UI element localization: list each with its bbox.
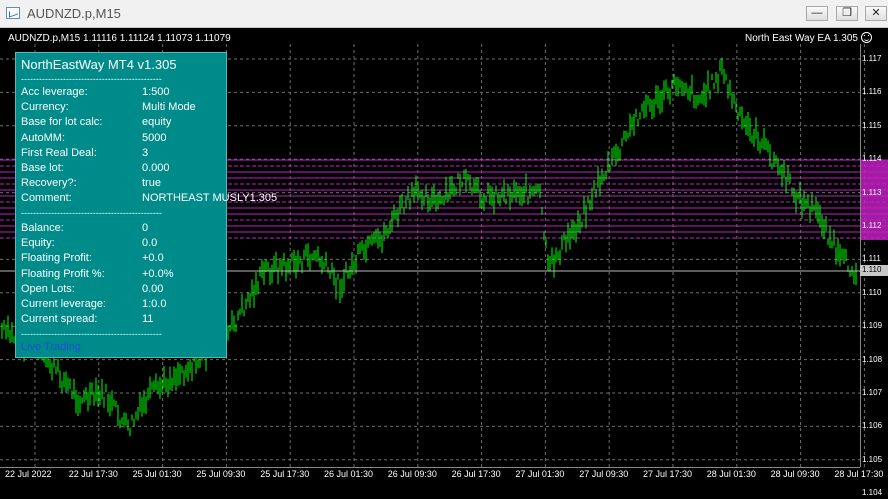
panel-row-value: 3 <box>142 146 149 159</box>
panel-separator: ----------------------------------------… <box>21 329 162 339</box>
panel-row: Balance: 0 <box>21 222 226 237</box>
panel-separator: ----------------------------------------… <box>21 208 162 218</box>
panel-row: Comment: NORTHEAST MUSLY1.305 <box>21 192 277 207</box>
price-axis-label: 1.109 <box>862 321 883 331</box>
panel-row: Acc leverage: 1:500 <box>21 86 226 101</box>
panel-row: Floating Profit %: +0.0% <box>21 268 226 283</box>
panel-row: Currency: Multi Mode <box>21 101 226 116</box>
panel-row: Floating Profit: +0.0 <box>21 252 226 267</box>
time-axis-label: 28 Jul 17:30 <box>834 469 884 479</box>
panel-row-label: Currency: <box>21 101 69 114</box>
time-axis-label: 25 Jul 09:30 <box>196 469 246 479</box>
panel-row-label: Comment: <box>21 192 72 205</box>
panel-row: Base lot: 0.000 <box>21 162 226 177</box>
panel-row-label: Base lot: <box>21 162 64 174</box>
price-axis-label: 1.107 <box>862 388 883 397</box>
panel-row-value: 0.00 <box>142 282 164 295</box>
price-axis-label: 1.108 <box>862 354 883 364</box>
ea-info-panel: NorthEastWay MT4 v1.305 ----------------… <box>15 52 277 358</box>
panel-row: Current spread: 11 <box>21 313 226 328</box>
panel-row: Current leverage: 1:0.0 <box>21 298 226 313</box>
price-axis-label: 1.110 <box>862 287 882 297</box>
panel-row-value: 5000 <box>142 131 167 144</box>
live-trading-status: Live Trading <box>21 341 81 353</box>
panel-row: Base for lot calc: equity <box>21 116 226 131</box>
panel-row-value: +0.0 <box>142 252 164 265</box>
panel-row-label: Floating Profit %: <box>21 267 105 280</box>
panel-row-value: 1:500 <box>142 86 170 98</box>
panel-row-value: equity <box>142 116 172 129</box>
price-axis-label: 1.116 <box>862 87 882 97</box>
time-axis-label: 25 Jul 01:30 <box>132 469 182 479</box>
time-axis-label: 26 Jul 09:30 <box>387 469 437 479</box>
panel-row-label: AutoMM: <box>21 131 66 144</box>
time-axis-label: 25 Jul 17:30 <box>260 469 310 479</box>
panel-row-label: Acc leverage: <box>21 86 88 98</box>
panel-row-label: Open Lots: <box>21 282 75 295</box>
window-titlebar: AUDNZD.p,M15 — ❐ ✕ <box>0 0 888 28</box>
price-axis-label: 1.105 <box>862 454 883 464</box>
panel-row-value: +0.0% <box>142 267 174 280</box>
panel-separator: ----------------------------------------… <box>21 74 162 84</box>
panel-row-value: 0.000 <box>142 162 170 174</box>
chart-window-icon <box>6 7 20 19</box>
restore-button[interactable]: ❐ <box>836 6 858 21</box>
panel-row-value: true <box>142 177 161 190</box>
panel-row: Equity: 0.0 <box>21 237 226 252</box>
time-axis-label: 22 Jul 2022 <box>5 469 52 479</box>
price-axis-label: 1.113 <box>862 187 882 197</box>
price-axis-label: 1.112 <box>862 221 882 230</box>
price-axis-label: 1.115 <box>862 120 882 130</box>
panel-row: Recovery?: true <box>21 177 226 192</box>
time-axis-label: 27 Jul 17:30 <box>643 469 693 479</box>
panel-row-label: Equity: <box>21 237 55 250</box>
time-axis-label: 26 Jul 17:30 <box>451 469 501 479</box>
panel-row-label: Current spread: <box>21 313 98 326</box>
panel-row-label: Floating Profit: <box>21 252 92 265</box>
panel-row: First Real Deal: 3 <box>21 147 226 162</box>
time-axis-label: 27 Jul 09:30 <box>579 469 629 479</box>
panel-title: NorthEastWay MT4 v1.305 <box>21 57 177 72</box>
panel-row-label: Base for lot calc: <box>21 116 103 129</box>
time-axis-label: 22 Jul 17:30 <box>68 469 118 479</box>
panel-row-label: First Real Deal: <box>21 146 97 159</box>
smiley-icon[interactable] <box>861 32 872 43</box>
time-axis-label: 27 Jul 01:30 <box>515 469 565 479</box>
panel-row-value: 1:0.0 <box>142 298 167 310</box>
window-title: AUDNZD.p,M15 <box>27 6 121 21</box>
panel-row-value: 0.0 <box>142 237 158 250</box>
panel-row-label: Recovery?: <box>21 177 77 190</box>
price-axis-label: 1.111 <box>862 254 881 264</box>
time-axis-label: 28 Jul 09:30 <box>770 469 820 479</box>
current-price-label: 1.110 <box>860 265 888 276</box>
chart-symbol-header: AUDNZD.p,M15 1.11116 1.11124 1.11073 1.1… <box>8 33 231 44</box>
expert-advisor-label[interactable]: North East Way EA 1.305 <box>745 33 858 44</box>
price-axis-label: 1.114 <box>862 154 882 164</box>
panel-row: AutoMM: 5000 <box>21 132 226 147</box>
price-axis-label: 1.106 <box>862 421 883 431</box>
panel-row-label: Current leverage: <box>21 298 106 310</box>
panel-row-value: 0 <box>142 222 149 234</box>
panel-row: Open Lots: 0.00 <box>21 283 226 298</box>
panel-row-label: Balance: <box>21 222 64 234</box>
time-axis-label: 26 Jul 01:30 <box>324 469 374 479</box>
panel-row-value: NORTHEAST MUSLY1.305 <box>142 192 278 205</box>
close-button[interactable]: ✕ <box>865 6 887 21</box>
panel-row-value: 11 <box>142 313 154 326</box>
time-axis-label: 28 Jul 01:30 <box>706 469 756 479</box>
price-axis-label: 1.104 <box>862 488 883 498</box>
minimize-button[interactable]: — <box>806 6 828 21</box>
panel-row-value: Multi Mode <box>142 101 196 114</box>
price-axis-label: 1.117 <box>862 54 882 63</box>
